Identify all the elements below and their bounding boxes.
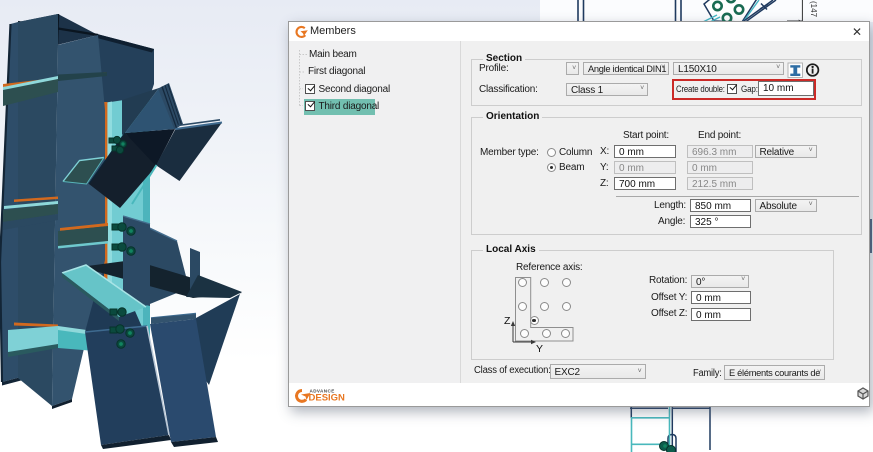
svg-text:(147: (147 — [809, 1, 818, 18]
